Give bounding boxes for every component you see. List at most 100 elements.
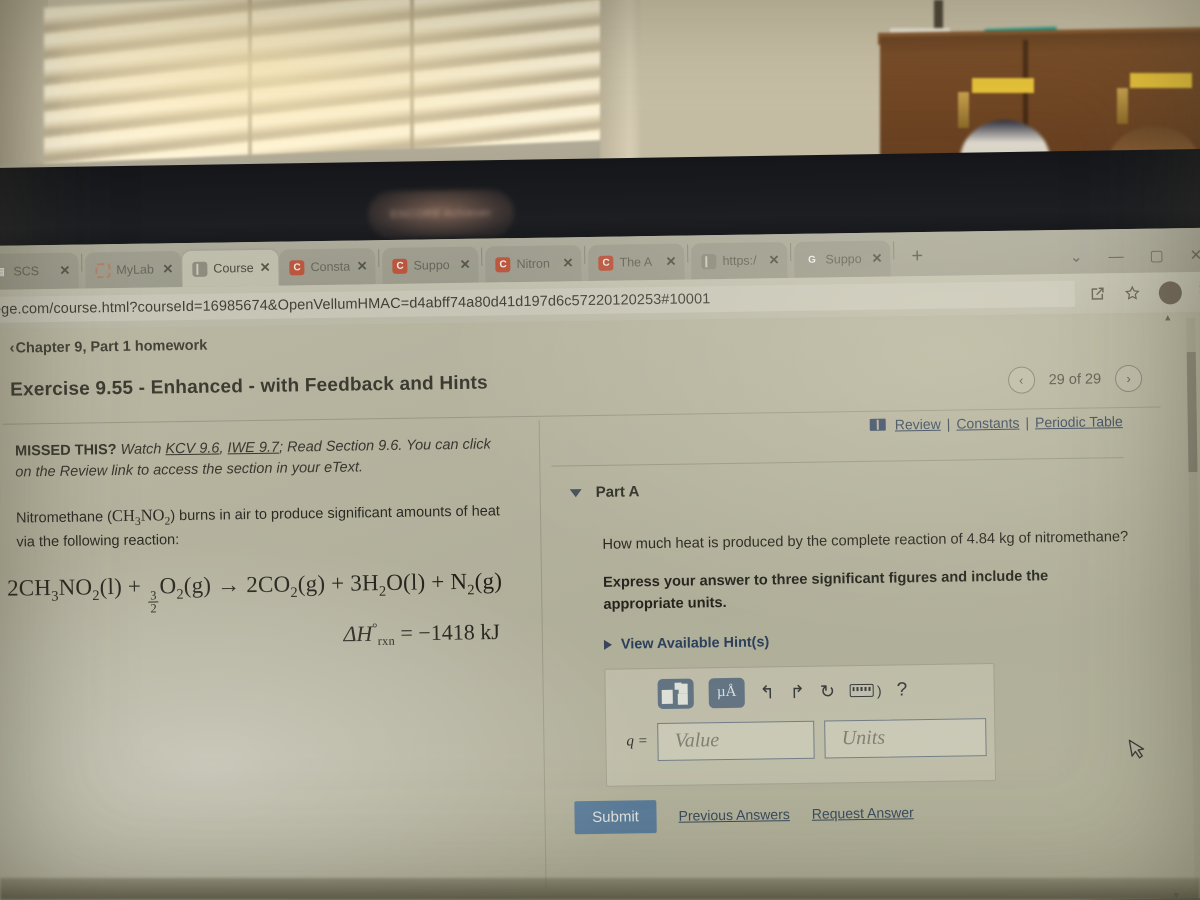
previous-answers-link[interactable]: Previous Answers [678,806,790,824]
link-separator-2: | [1025,414,1030,431]
browser-tab-https[interactable]: https:/ ✕ [691,242,788,280]
chegg-c-icon: C [392,258,408,274]
tab-close-icon[interactable]: ✕ [357,258,368,274]
part-divider [551,457,1124,467]
tab-close-icon[interactable]: ✕ [260,260,271,276]
tab-label: Course [213,260,254,276]
tab-separator [378,249,380,268]
close-window-button[interactable]: ✕ [1190,246,1200,264]
view-hints-toggle[interactable]: View Available Hint(s) [562,628,1162,653]
review-book-icon [869,418,886,431]
tab-label: Nitron [516,256,550,272]
degree-symbol: ° [372,619,378,635]
column-divider [538,419,547,890]
periodic-table-link[interactable]: Periodic Table [1035,413,1123,430]
tab-label: Consta [310,259,351,275]
drawer-label-1 [972,78,1034,93]
request-answer-link[interactable]: Request Answer [812,804,914,822]
browser-tab-mylab[interactable]: MyLab ✕ [85,251,182,289]
answer-toolbar: µÅ ↰ ↱ ↻ ) ? [605,664,994,718]
chevron-down-icon[interactable] [569,488,582,497]
maximize-button[interactable]: ▢ [1149,246,1163,264]
units-input[interactable]: Units [824,717,988,759]
breadcrumb[interactable]: ‹ Chapter 9, Part 1 homework [9,337,207,357]
chevron-right-icon[interactable] [603,639,613,650]
next-exercise-button[interactable]: › [1114,364,1143,393]
loading-spinner-icon [95,262,111,278]
tab-close-icon[interactable]: ✕ [871,251,882,267]
part-a-header[interactable]: Part A [560,476,1160,502]
browser-tab-support[interactable]: C Suppo ✕ [382,246,479,285]
drawer-label-2 [1130,73,1192,88]
tab-separator [481,247,483,266]
window-controls: ⌄ — ▢ ✕ [1070,246,1200,274]
browser-tab-the-a[interactable]: C The A ✕ [588,243,685,282]
drawer-handle-2 [1117,88,1128,124]
redo-icon[interactable]: ↱ [790,682,805,702]
tab-close-icon[interactable]: ✕ [59,263,70,279]
units-placeholder: Units [841,726,886,750]
tab-close-icon[interactable]: ✕ [665,254,676,270]
micro-angstrom-label: µÅ [716,684,737,701]
constants-link[interactable]: Constants [956,415,1019,432]
scroll-up-icon[interactable]: ▲ [1163,312,1172,322]
keyboard-shortcuts-icon[interactable]: ) [849,682,882,698]
browser-tab-support-google[interactable]: G Suppo ✕ [794,240,891,278]
chegg-c-icon: C [495,256,511,272]
screenshot-root: ENCORE Achiever ▤ SCS ✕ MyLab ✕ Course ✕ [0,0,1200,900]
intro-pre: Nitromethane ( [15,509,113,527]
tab-close-icon[interactable]: ✕ [563,255,574,271]
part-label: Part A [595,483,640,501]
math-template-icon[interactable] [657,678,694,709]
review-link[interactable]: Review [895,416,941,433]
tab-close-icon[interactable]: ✕ [162,261,173,277]
browser-tab-course[interactable]: Course ✕ [182,249,279,288]
browser-tab-scs[interactable]: ▤ SCS ✕ [0,252,79,290]
reset-icon[interactable]: ↻ [820,681,835,701]
answer-entry-box: µÅ ↰ ↱ ↻ ) ? q = Value Units [604,662,997,787]
problem-statement-column: MISSED THIS? Watch KCV 9.6, IWE 9.7; Rea… [0,434,526,654]
generic-page-icon [701,253,717,269]
answer-input-row: q = Value Units [606,712,995,776]
missed-text-1: Watch [116,441,166,459]
tab-label: Suppo [825,251,862,267]
undo-icon[interactable]: ↰ [760,682,775,702]
google-g-icon: G [808,254,816,266]
instruction-text: Express your answer to three significant… [602,568,1049,613]
missed-this-label: MISSED THIS? [14,442,117,460]
fraction-denominator: 2 [150,601,157,616]
previous-exercise-button[interactable]: ‹ [1007,366,1035,394]
bookmark-star-icon[interactable] [1124,284,1141,301]
browser-tab-nitromethane[interactable]: C Nitron ✕ [485,245,582,283]
breadcrumb-back-icon[interactable]: ‹ [9,340,14,357]
kcv-link[interactable]: KCV 9.6 [165,441,219,458]
chevron-down-icon[interactable]: ⌄ [1070,248,1083,266]
help-icon[interactable]: ? [896,679,907,701]
generic-page-icon: ▤ [0,266,5,278]
browser-tab-constants[interactable]: C Consta ✕ [279,248,376,286]
page-title: Exercise 9.55 - Enhanced - with Feedback… [9,372,489,401]
view-hints-label: View Available Hint(s) [620,634,770,653]
new-tab-button[interactable]: + [897,240,935,277]
question-text-block: How much heat is produced by the complet… [560,527,1161,618]
tab-separator [687,244,689,263]
value-input[interactable]: Value [657,720,816,761]
tab-separator [790,242,792,262]
submit-button[interactable]: Submit [574,799,657,834]
page-scrollbar-thumb[interactable] [1186,352,1198,473]
balanced-equation: 2CH3NO2(l) + 3 2 O2(g) → 2CO2(g) + 3H2O(… [6,568,503,616]
submit-row: Submit Previous Answers Request Answer [574,792,1164,834]
missed-this-callout: MISSED THIS? Watch KCV 9.6, IWE 9.7; Rea… [0,434,523,484]
tab-close-icon[interactable]: ✕ [460,257,471,273]
laptop-screen: ▤ SCS ✕ MyLab ✕ Course ✕ C Consta ✕ C Su… [0,227,1200,900]
nitromethane-formula: CH3NO2 [111,505,171,529]
minimize-button[interactable]: — [1108,248,1123,265]
iwe-link[interactable]: IWE 9.7 [227,440,279,457]
link-separator-1: | [946,415,951,432]
share-icon[interactable] [1089,285,1106,302]
units-micro-angstrom-icon[interactable]: µÅ [708,677,745,708]
profile-avatar[interactable] [1158,280,1182,305]
exercise-counter: 29 of 29 [1048,370,1102,388]
tab-label: https:/ [722,253,757,269]
tab-close-icon[interactable]: ✕ [768,252,779,268]
